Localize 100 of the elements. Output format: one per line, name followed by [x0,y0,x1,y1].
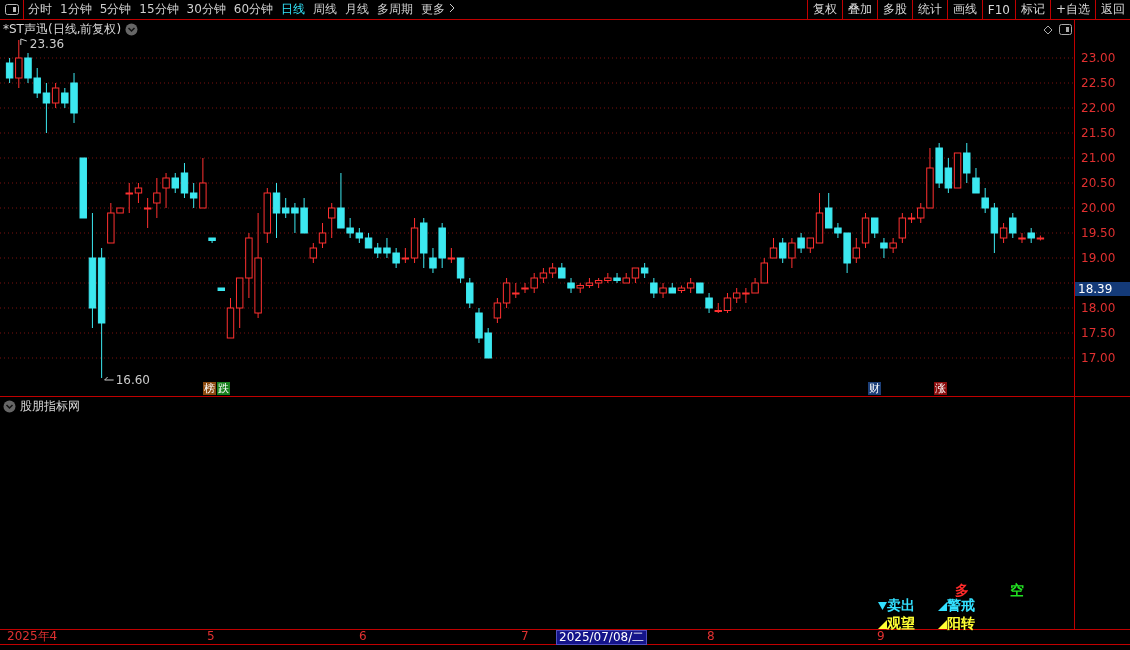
candlestick [309,242,318,264]
price-tick: 22.00 [1081,101,1116,115]
period-tab[interactable]: 分时 [24,0,56,19]
candlestick [999,222,1008,244]
candlestick [981,187,989,214]
price-tick: 19.50 [1081,226,1116,240]
candlestick [898,212,907,244]
date-label: 8 [706,630,716,643]
candlestick [189,182,198,209]
signal-label: 卖出 [878,597,915,615]
dropdown-icon[interactable] [125,23,139,36]
candlestick [705,292,713,314]
price-tick: 22.50 [1081,76,1116,90]
candlestick [134,182,143,204]
period-tab[interactable]: 5分钟 [95,0,136,19]
signal-label: 警戒 [938,597,975,615]
price-tick: 21.00 [1081,151,1116,165]
toolbar-button[interactable]: 多股 [876,0,912,19]
period-tab[interactable]: 多周期 [373,0,418,19]
signal-label: 阳转 [938,615,975,633]
candlestick [871,217,879,239]
candlestick [769,237,778,259]
candlestick [456,257,465,284]
period-tab[interactable]: 1分钟 [56,0,96,19]
price-tick: 20.00 [1081,201,1116,215]
signal-label: 空 [1010,582,1024,600]
candlestick [889,237,897,254]
more-button[interactable]: 更多 [417,0,459,19]
candlestick [272,182,281,239]
date-label: 5 [206,630,216,643]
candlestick [15,39,23,89]
candlestick [778,237,787,264]
candlestick [788,237,796,269]
event-tag[interactable]: 财 [868,382,881,395]
toolbar-button[interactable]: F10 [981,0,1015,19]
candlestick [42,82,51,134]
toolbar-button[interactable]: 复权 [806,0,842,19]
event-tag[interactable]: 榜 [203,382,216,395]
toolbar-button[interactable]: +自选 [1049,0,1095,19]
period-tab[interactable]: 月线 [341,0,374,19]
price-tick: 18.00 [1081,301,1116,315]
price-tick: 23.00 [1081,51,1116,65]
candlestick [852,237,861,264]
panel-icon[interactable] [1059,24,1072,35]
toolbar-button[interactable]: 叠加 [841,0,877,19]
down-triangle-icon [878,602,887,610]
candlestick [125,182,133,214]
event-tag[interactable]: 跌 [217,382,230,395]
candlestick [972,167,980,194]
toolbar-button[interactable]: 画线 [946,0,982,19]
current-price: 18.39 [1075,281,1130,296]
candlestick [650,277,658,299]
signal-label: 多 [955,582,969,599]
period-tab[interactable]: 30分钟 [182,0,230,19]
candlestick [318,222,327,249]
price-tick: 17.00 [1081,351,1116,365]
candlestick [143,197,152,229]
panel-icon [4,4,19,15]
date-label: 2025年4 [6,630,59,643]
period-tab[interactable]: 日线 [277,0,310,19]
price-tick: 19.00 [1081,251,1116,265]
candlestick [723,292,732,314]
candlestick [1018,232,1026,244]
candlestick [153,177,161,219]
candlestick [567,277,575,294]
indicator-title: 股朋指标网 [20,398,80,415]
candlestick [1009,212,1017,239]
candlestick [51,82,60,109]
period-tab[interactable]: 周线 [309,0,342,19]
candlestick [797,232,805,254]
candlestick [180,162,189,199]
diamond-icon[interactable] [1043,25,1053,35]
date-label: 2025/07/08/二 [556,630,648,645]
event-tag[interactable]: 涨 [934,382,947,395]
candlestick [659,282,667,299]
candlestick [328,202,336,239]
period-tab[interactable]: 60分钟 [229,0,278,19]
candlestick [613,272,621,284]
date-label: 7 [520,630,530,643]
dropdown-icon[interactable] [3,400,16,413]
toolbar-button[interactable]: 返回 [1095,0,1130,19]
candlestick [880,237,888,259]
candlestick [493,297,502,324]
price-tick: 17.50 [1081,326,1116,340]
date-label: 6 [358,630,368,643]
corner-triangle-icon [878,619,887,629]
candlestick [171,172,179,194]
period-tab[interactable]: 15分钟 [135,0,183,19]
date-label: 9 [876,630,886,643]
chevron-icon [448,3,455,13]
chart-title: *ST声迅(日线,前复权) [3,21,122,38]
price-tick: 20.50 [1081,176,1116,190]
toolbar-button[interactable]: 统计 [911,0,947,19]
candlestick [162,172,170,209]
candlestick [502,277,511,309]
candlestick [466,277,474,309]
price-tick: 21.50 [1081,126,1116,140]
candlestick [963,142,971,184]
candlestick [5,57,14,84]
toolbar-button[interactable]: 标记 [1014,0,1050,19]
